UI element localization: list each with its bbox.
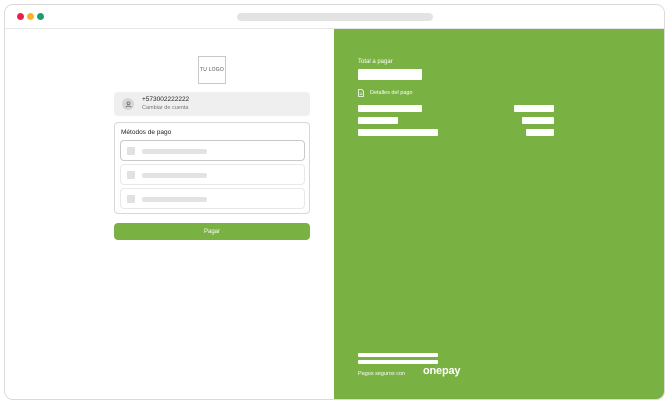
account-card: +573002222222 Cambiar de cuenta [114, 92, 310, 116]
secure-payment-text: Pagos seguros con [358, 371, 406, 377]
payment-method-option[interactable] [120, 164, 305, 185]
method-radio[interactable] [127, 195, 135, 203]
user-icon [122, 98, 134, 110]
title-bar [5, 5, 664, 29]
detail-item-placeholder [358, 105, 422, 112]
payment-summary-panel: Total a pagar Detalles del pago Pagos se… [334, 29, 664, 399]
checkout-panel: TU LOGO +573002222222 Cambiar de cuenta … [5, 29, 334, 399]
detail-item-placeholder [358, 129, 438, 136]
method-label-placeholder [142, 197, 207, 202]
detail-item-placeholder [358, 117, 398, 124]
close-dot[interactable] [17, 13, 24, 20]
onepay-logo: onepay [423, 365, 461, 377]
address-bar[interactable] [237, 13, 433, 21]
payment-details-label: Detalles del pago [370, 90, 413, 96]
footer-line-placeholder [358, 353, 438, 357]
account-phone: +573002222222 [142, 96, 190, 103]
merchant-logo: TU LOGO [198, 56, 226, 84]
payment-method-option[interactable] [120, 140, 305, 161]
browser-window: TU LOGO +573002222222 Cambiar de cuenta … [4, 4, 665, 400]
method-radio[interactable] [127, 171, 135, 179]
change-account-link[interactable]: Cambiar de cuenta [142, 105, 188, 111]
payment-method-option[interactable] [120, 188, 305, 209]
total-amount-placeholder [358, 69, 422, 80]
payment-methods-title: Métodos de pago [121, 129, 172, 136]
footer-line-placeholder [358, 360, 438, 364]
detail-value-placeholder [522, 117, 554, 124]
minimize-dot[interactable] [27, 13, 34, 20]
payment-methods-card: Métodos de pago [114, 122, 310, 214]
detail-value-placeholder [514, 105, 554, 112]
total-label: Total a pagar [358, 59, 393, 65]
method-radio[interactable] [127, 147, 135, 155]
document-icon [358, 84, 364, 102]
detail-value-placeholder [526, 129, 554, 136]
method-label-placeholder [142, 173, 207, 178]
pay-button[interactable]: Pagar [114, 223, 310, 240]
payment-details-toggle[interactable]: Detalles del pago [358, 88, 413, 98]
method-label-placeholder [142, 149, 207, 154]
maximize-dot[interactable] [37, 13, 44, 20]
